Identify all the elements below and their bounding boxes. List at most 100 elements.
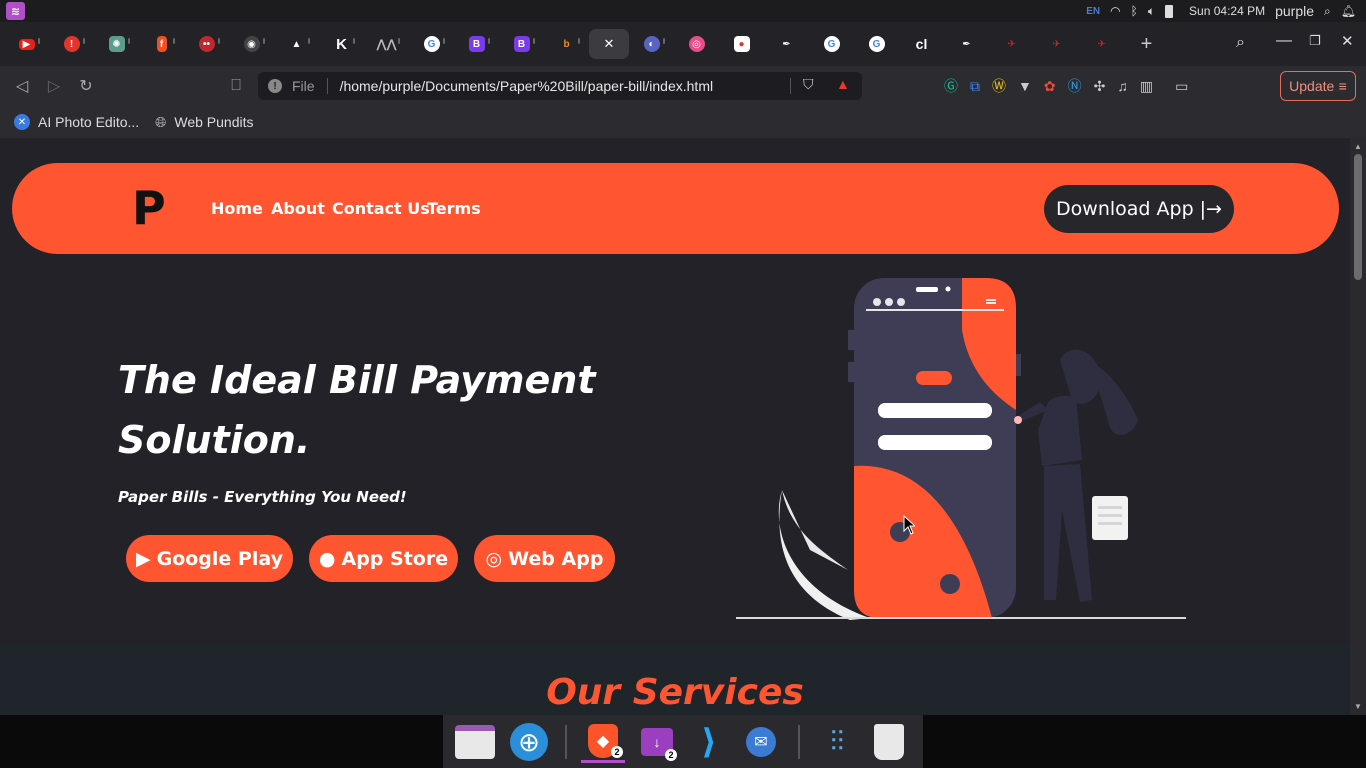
mountain-logo-icon: ⋀⋀ [376,37,397,51]
volume-icon[interactable]: 🔈︎ [1148,4,1155,19]
tab-b-orange[interactable]: b [544,29,589,59]
tab-ink-2[interactable]: ✒ [944,29,989,59]
dock-brave[interactable]: ◆ 2 [581,721,625,763]
url-text[interactable]: /home/purple/Documents/Paper%20Bill/pape… [340,78,714,94]
cl-logo-icon: cl [915,36,928,52]
back-button[interactable]: ◁ [6,70,38,102]
scroll-thumb[interactable] [1354,154,1362,280]
w-extension-icon[interactable]: Ⓦ [992,76,1006,96]
minimize-window-button[interactable]: — [1276,32,1292,50]
tab-triangle[interactable]: ▲ [274,29,319,59]
red-face-icon: •• [198,36,215,52]
site-logo[interactable]: P [132,181,166,235]
tab-google-3[interactable]: G [854,29,899,59]
color-picker-icon[interactable]: ✿ [1044,78,1056,95]
dock-downloads[interactable]: ↓ 2 [635,721,679,763]
scroll-down-arrow[interactable]: ▼ [1354,702,1362,711]
tab-bootstrap-1[interactable]: B [454,29,499,59]
mouse-cursor-icon [903,515,915,535]
scroll-up-arrow[interactable]: ▲ [1354,142,1362,151]
tab-figma[interactable]: f [139,29,184,59]
dock-settings-mixer[interactable]: ⫶⫶ [815,721,859,763]
dock-files[interactable] [453,721,497,763]
tab-k[interactable]: K [319,29,364,59]
n-extension-icon[interactable]: Ⓝ [1068,76,1082,96]
tab-youtube[interactable]: ▶ [4,29,49,59]
nav-terms[interactable]: Terms [427,163,481,254]
brave-shield-icon[interactable]: ⛉ [803,76,814,93]
tab-github[interactable]: ◉ [229,29,274,59]
grammarly-icon[interactable]: Ⓖ [944,76,958,96]
tool-icon: ✈ [1007,38,1016,50]
username[interactable]: purple [1275,3,1314,19]
wifi-icon[interactable]: ◠ [1110,4,1120,18]
tool-icon: ✈ [1097,38,1106,50]
dock-browser-globe[interactable]: ⊕ [507,721,551,763]
close-window-button[interactable]: ✕ [1341,32,1354,50]
tab-tool-2[interactable]: ✈ [1034,29,1079,59]
notification-bell-icon[interactable]: 🔔︎ [1341,4,1356,18]
alert-icon: ! [63,36,80,52]
ink-icon: ✒ [782,38,791,50]
extensions-area: Ⓖ ⧉ Ⓦ ▼ ✿ Ⓝ ✣ ♫ ▥ ▭ [944,66,1188,106]
tab-alert[interactable]: ! [49,29,94,59]
tab-dribbble[interactable]: ◎ [674,29,719,59]
tab-bootstrap-2[interactable]: B [499,29,544,59]
tab-app-red[interactable]: •• [184,29,229,59]
v-extension-icon[interactable]: ▼ [1018,78,1032,94]
tab-search-icon[interactable]: ⌕ [1236,34,1245,52]
bookmark-icon[interactable]: ⎕ [220,70,252,102]
tab-tool-3[interactable]: ✈ [1079,29,1124,59]
tab-record[interactable]: ● [719,29,764,59]
app-menu-icon[interactable]: ≋ [6,2,25,20]
forward-button[interactable]: ▷ [38,70,70,102]
tab-tool-1[interactable]: ✈ [989,29,1034,59]
url-divider [326,78,328,94]
tab-mountain[interactable]: ⋀⋀ [364,29,409,59]
battery-icon[interactable] [1165,4,1174,18]
chatgpt-icon: ✺ [108,36,125,52]
tab-active-paper-bill[interactable]: ✕ [589,29,629,59]
maximize-window-button[interactable]: ❐ [1309,33,1321,49]
nav-contact[interactable]: Contact Us [332,163,430,254]
bookmark-ai-photo[interactable]: ✕ AI Photo Edito... [14,114,139,130]
dock-trash[interactable] [867,721,911,763]
nav-home[interactable]: Home [211,163,263,254]
tab-google-2[interactable]: G [809,29,854,59]
bookmark-label: Web Pundits [174,114,254,130]
puzzle-extensions-icon[interactable]: ✣ [1094,78,1106,95]
new-tab-button[interactable]: + [1124,29,1169,59]
bookmark-web-pundits[interactable]: 🌐︎ Web Pundits [155,114,253,131]
page-scrollbar[interactable]: ▲ ▼ [1350,138,1366,715]
system-top-bar: ≋ EN ◠ ᛒ 🔈︎ Sun 04:24 PM purple ⌕ 🔔︎ [0,0,1366,22]
google-play-button[interactable]: ▶ Google Play [126,535,293,582]
tab-ink[interactable]: ✒ [764,29,809,59]
dock-vscode[interactable]: ⟩ [687,721,731,763]
search-icon[interactable]: ⌕ [1324,4,1331,19]
web-app-button[interactable]: ◎ Web App [474,535,615,582]
url-bar[interactable]: ! File /home/purple/Documents/Paper%20Bi… [258,72,862,100]
apple-icon: ● [318,547,336,570]
hero-illustration [736,278,1186,620]
close-tab-icon[interactable]: ✕ [601,36,617,52]
update-button[interactable]: Update ≡ [1280,71,1356,101]
language-indicator[interactable]: EN [1086,6,1100,17]
music-icon[interactable]: ♫ [1117,78,1128,94]
bookmarks-bar: ✕ AI Photo Edito... 🌐︎ Web Pundits [0,106,1366,138]
nav-about[interactable]: About [271,163,325,254]
translate-icon[interactable]: ⧉ [970,78,980,95]
datetime[interactable]: Sun 04:24 PM [1189,4,1265,18]
download-app-button[interactable]: Download App |→ [1044,185,1234,233]
wallet-icon[interactable]: ▭ [1175,78,1188,95]
reload-button[interactable]: ↻ [70,70,102,102]
tab-cl[interactable]: cl [899,29,944,59]
tab-chatgpt[interactable]: ✺ [94,29,139,59]
brave-rewards-icon[interactable]: ▲ [836,76,850,92]
sidebar-toggle-icon[interactable]: ▥ [1140,78,1153,95]
bluetooth-icon[interactable]: ᛒ [1131,4,1138,18]
app-store-button[interactable]: ● App Store [309,535,458,582]
tab-circle-blue[interactable]: ◐ [629,29,674,59]
info-icon[interactable]: ! [268,79,282,93]
dock-thunderbird[interactable]: ✉ [739,721,783,763]
tab-google-1[interactable]: G [409,29,454,59]
